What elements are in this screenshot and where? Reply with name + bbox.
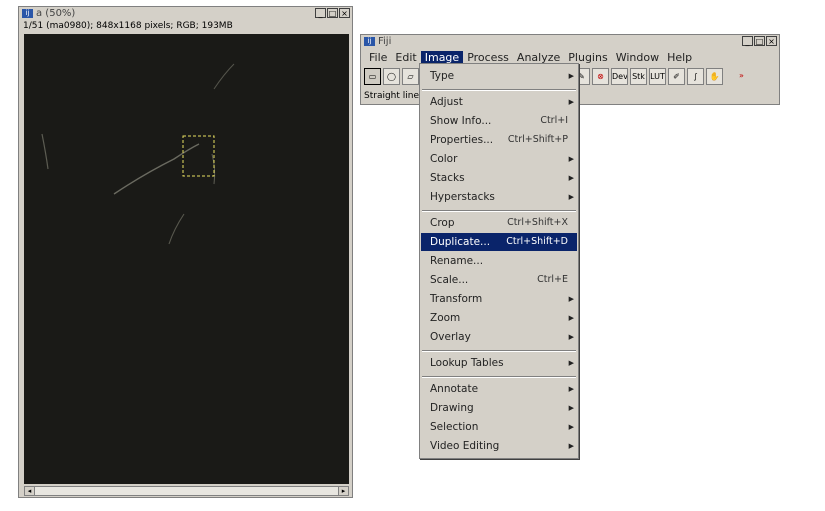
menu-item-duplicate[interactable]: Duplicate... Ctrl+Shift+D <box>421 233 577 251</box>
polygon-icon[interactable]: ▱ <box>402 68 419 85</box>
menu-item-adjust[interactable]: Adjust ▶ <box>421 93 577 111</box>
menu-item-label: Hyperstacks <box>430 191 495 203</box>
image-menu-dropdown: Type ▶ Adjust ▶ Show Info... Ctrl+I Properties… <box>419 63 579 459</box>
menu-item-label: Drawing <box>430 402 474 414</box>
oval-icon[interactable]: ◯ <box>383 68 400 85</box>
menu-item-label: Selection <box>430 421 479 433</box>
lut-icon[interactable]: LUT <box>649 68 666 85</box>
image-canvas[interactable] <box>24 34 349 484</box>
menu-item-selection[interactable]: Selection ▶ <box>421 418 577 436</box>
menu-item-properties[interactable]: Properties... Ctrl+Shift+P <box>421 131 577 149</box>
close-button[interactable]: × <box>339 8 350 18</box>
submenu-arrow-icon: ▶ <box>568 72 574 80</box>
menu-item-transform[interactable]: Transform ▶ <box>421 290 577 308</box>
menu-separator <box>422 210 576 212</box>
menu-item-label: Adjust <box>430 96 463 108</box>
menu-separator <box>422 376 576 378</box>
menu-item-scale[interactable]: Scale... Ctrl+E <box>421 271 577 289</box>
submenu-arrow-icon: ▶ <box>568 359 574 367</box>
menu-item-shortcut: Ctrl+Shift+P <box>507 134 568 145</box>
menu-item-annotate[interactable]: Annotate ▶ <box>421 380 577 398</box>
menu-item-label: Rename... <box>430 255 484 267</box>
menu-item-shortcut: Ctrl+Shift+D <box>506 236 568 247</box>
menu-item-label: Annotate <box>430 383 479 395</box>
menu-item-overlay[interactable]: Overlay ▶ <box>421 328 577 346</box>
menu-item-label: Crop <box>430 217 455 229</box>
menu-item-hyperstacks[interactable]: Hyperstacks ▶ <box>421 188 577 206</box>
menu-item-label: Video Editing <box>430 440 500 452</box>
menu-item-type[interactable]: Type ▶ <box>421 67 577 85</box>
menu-item-show-info[interactable]: Show Info... Ctrl+I <box>421 112 577 130</box>
submenu-arrow-icon: ▶ <box>568 193 574 201</box>
submenu-arrow-icon: ▶ <box>568 174 574 182</box>
brush-icon[interactable]: ∫ <box>687 68 704 85</box>
menu-separator <box>422 350 576 352</box>
submenu-arrow-icon: ▶ <box>568 442 574 450</box>
menu-item-label: Scale... <box>430 274 469 286</box>
submenu-arrow-icon: ▶ <box>568 423 574 431</box>
more-tools-icon[interactable]: » <box>733 68 750 85</box>
menu-item-stacks[interactable]: Stacks ▶ <box>421 169 577 187</box>
fiji-icon: ij <box>364 37 375 46</box>
menu-item-drawing[interactable]: Drawing ▶ <box>421 399 577 417</box>
menu-item-label: Properties... <box>430 134 494 146</box>
menu-help[interactable]: Help <box>663 51 696 65</box>
horizontal-scrollbar[interactable]: ◂ ▸ <box>24 486 349 496</box>
menu-file[interactable]: File <box>365 51 391 65</box>
menu-item-label: Overlay <box>430 331 471 343</box>
menu-item-video-editing[interactable]: Video Editing ▶ <box>421 437 577 455</box>
menu-item-crop[interactable]: Crop Ctrl+Shift+X <box>421 214 577 232</box>
image-content <box>41 63 235 245</box>
hand-icon[interactable]: ✋ <box>706 68 723 85</box>
menu-item-shortcut: Ctrl+I <box>540 115 568 126</box>
pencil-icon[interactable]: ✐ <box>668 68 685 85</box>
dev-icon[interactable]: Dev <box>611 68 628 85</box>
submenu-arrow-icon: ▶ <box>568 155 574 163</box>
menu-item-label: Stacks <box>430 172 465 184</box>
menu-edit[interactable]: Edit <box>391 51 420 65</box>
image-info-line: 1/51 (ma0980); 848x1168 pixels; RGB; 193… <box>23 21 233 31</box>
scroll-left-icon[interactable]: ◂ <box>25 487 35 495</box>
menu-item-lookup-tables[interactable]: Lookup Tables ▶ <box>421 354 577 372</box>
maximize-button[interactable]: □ <box>327 8 338 18</box>
menu-item-shortcut: Ctrl+Shift+X <box>507 217 568 228</box>
menu-item-rename[interactable]: Rename... <box>421 252 577 270</box>
close-circle-icon[interactable]: ⊗ <box>592 68 609 85</box>
menu-window[interactable]: Window <box>612 51 663 65</box>
fiji-title: Fiji <box>378 36 392 47</box>
status-text: Straight line s <box>364 91 427 101</box>
menu-item-zoom[interactable]: Zoom ▶ <box>421 309 577 327</box>
rectangle-icon[interactable]: ▭ <box>364 68 381 85</box>
fiji-titlebar[interactable]: ij Fiji _ □ × <box>361 35 779 50</box>
maximize-button[interactable]: □ <box>754 36 765 46</box>
image-window-titlebar[interactable]: ij a (50%) _ □ × <box>19 7 352 21</box>
stack-icon[interactable]: Stk <box>630 68 647 85</box>
minimize-button[interactable]: _ <box>742 36 753 46</box>
submenu-arrow-icon: ▶ <box>568 404 574 412</box>
submenu-arrow-icon: ▶ <box>568 333 574 341</box>
submenu-arrow-icon: ▶ <box>568 385 574 393</box>
image-window[interactable]: ij a (50%) _ □ × 1/51 (ma0980); 848x1168… <box>18 6 353 498</box>
scroll-right-icon[interactable]: ▸ <box>338 487 348 495</box>
roi-selection[interactable] <box>182 135 215 177</box>
image-window-title: a (50%) <box>36 8 76 19</box>
minimize-button[interactable]: _ <box>315 8 326 18</box>
menu-item-label: Transform <box>430 293 483 305</box>
fiji-icon: ij <box>22 9 33 18</box>
submenu-arrow-icon: ▶ <box>568 295 574 303</box>
menu-item-shortcut: Ctrl+E <box>537 274 568 285</box>
menu-item-label: Show Info... <box>430 115 492 127</box>
submenu-arrow-icon: ▶ <box>568 98 574 106</box>
menu-item-label: Lookup Tables <box>430 357 504 369</box>
menu-item-label: Zoom <box>430 312 461 324</box>
submenu-arrow-icon: ▶ <box>568 314 574 322</box>
menu-item-label: Duplicate... <box>430 236 491 248</box>
menu-item-label: Color <box>430 153 458 165</box>
menu-separator <box>422 89 576 91</box>
menu-item-label: Type <box>430 70 455 82</box>
close-button[interactable]: × <box>766 36 777 46</box>
menu-item-color[interactable]: Color ▶ <box>421 150 577 168</box>
